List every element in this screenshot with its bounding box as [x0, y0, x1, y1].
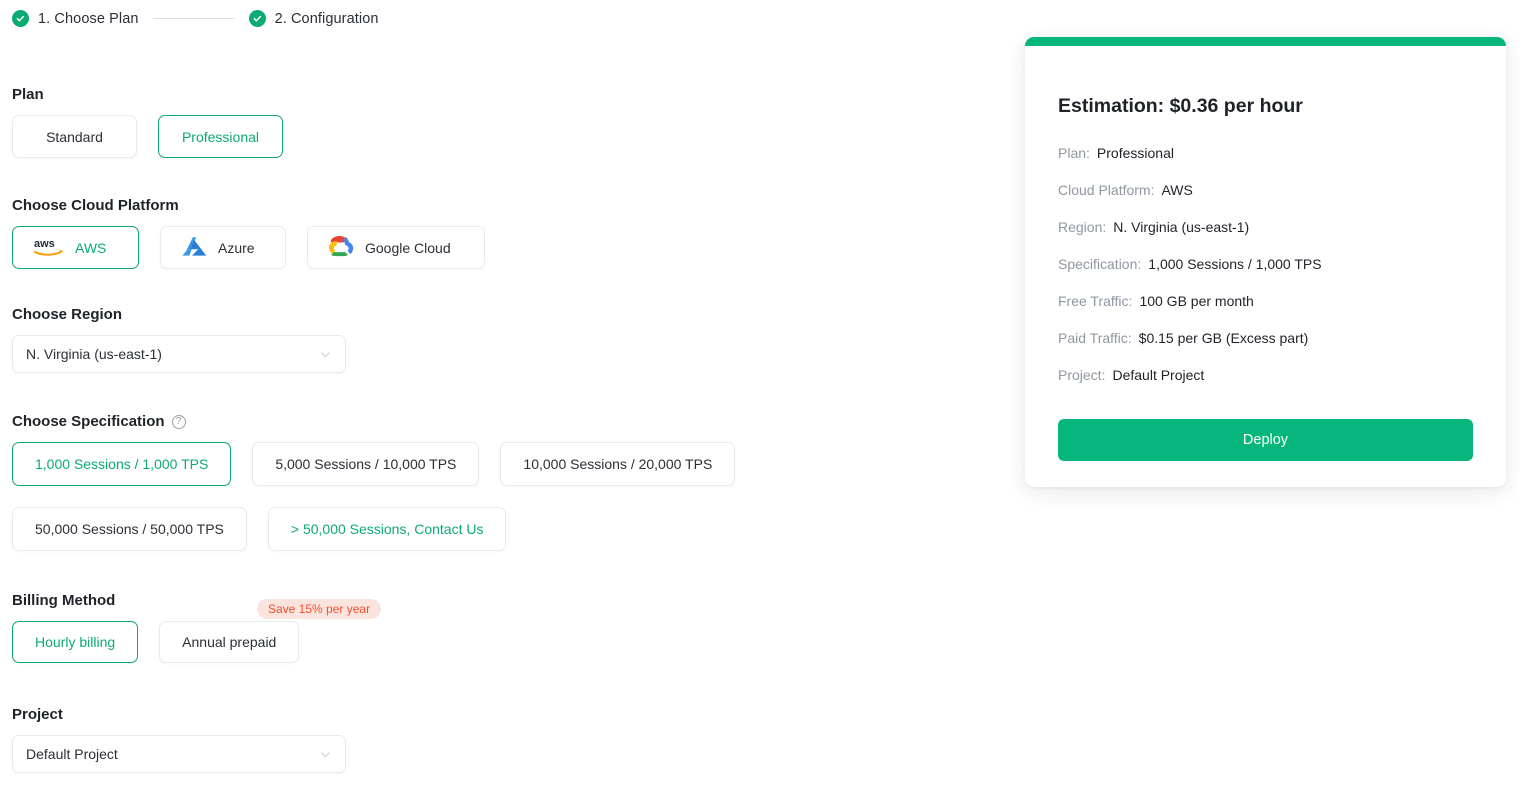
plan-option-label: Standard	[46, 128, 103, 145]
summary-row-label: Paid Traffic:	[1058, 330, 1132, 346]
card-body: Estimation: $0.36 per hour Plan: Profess…	[1025, 46, 1506, 461]
chevron-down-icon	[319, 748, 332, 761]
stepper: 1. Choose Plan 2. Configuration	[12, 10, 379, 27]
project-select[interactable]: Default Project	[12, 735, 346, 773]
billing-section-title: Billing Method	[12, 592, 116, 609]
region-select[interactable]: N. Virginia (us-east-1)	[12, 335, 346, 373]
project-section-title: Project	[12, 706, 63, 723]
summary-row: Paid Traffic: $0.15 per GB (Excess part)	[1058, 330, 1473, 346]
summary-row-label: Project:	[1058, 367, 1106, 383]
help-circle-icon[interactable]: ?	[171, 414, 186, 429]
summary-row-label: Cloud Platform:	[1058, 182, 1155, 198]
deployment-configuration-page: 1. Choose Plan 2. Configuration Plan Sta…	[0, 0, 1520, 794]
plan-option-standard[interactable]: Standard	[12, 115, 137, 158]
specification-option-label: 50,000 Sessions / 50,000 TPS	[35, 521, 224, 537]
cloud-platform-option-google-cloud[interactable]: Google Cloud	[307, 226, 485, 269]
cloud-platform-option-aws[interactable]: aws AWS	[12, 226, 139, 269]
billing-option-label: Hourly billing	[35, 634, 116, 650]
summary-row: Specification: 1,000 Sessions / 1,000 TP…	[1058, 256, 1473, 272]
cloud-platform-option-label: AWS	[75, 239, 107, 256]
save-badge: Save 15% per year	[257, 599, 382, 619]
cloud-platform-option-label: Azure	[218, 239, 255, 256]
specification-option-2[interactable]: 5,000 Sessions / 10,000 TPS	[252, 442, 480, 486]
specification-options: 1,000 Sessions / 1,000 TPS 5,000 Session…	[12, 442, 812, 551]
specification-option-contact-us[interactable]: > 50,000 Sessions, Contact Us	[267, 507, 507, 551]
plan-section-title: Plan	[12, 86, 44, 103]
summary-row: Region: N. Virginia (us-east-1)	[1058, 219, 1473, 235]
stepper-step-label: 1. Choose Plan	[38, 10, 139, 27]
deploy-button[interactable]: Deploy	[1058, 419, 1473, 461]
specification-section: Choose Specification ? 1,000 Sessions / …	[12, 413, 992, 551]
specification-option-4[interactable]: 50,000 Sessions / 50,000 TPS	[12, 507, 247, 551]
summary-row-value: 1,000 Sessions / 1,000 TPS	[1148, 256, 1322, 272]
billing-option-annual[interactable]: Annual prepaid	[159, 621, 300, 663]
region-section: Choose Region N. Virginia (us-east-1)	[12, 306, 992, 373]
summary-row-value: Professional	[1096, 145, 1174, 161]
billing-option-hourly[interactable]: Hourly billing	[12, 621, 139, 663]
estimation-title: Estimation: $0.36 per hour	[1058, 95, 1303, 117]
summary-row-value: $0.15 per GB (Excess part)	[1138, 330, 1309, 346]
specification-section-title: Choose Specification ?	[12, 413, 992, 430]
billing-section: Billing Method Hourly billing Annual pre…	[12, 592, 992, 663]
summary-row-label: Region:	[1058, 219, 1107, 235]
cloud-platform-option-label: Google Cloud	[365, 239, 451, 256]
plan-options: Standard Professional	[12, 115, 992, 158]
specification-option-label: 10,000 Sessions / 20,000 TPS	[523, 456, 713, 472]
summary-row-label: Plan:	[1058, 145, 1090, 161]
azure-logo-icon	[182, 236, 207, 260]
specification-option-3[interactable]: 10,000 Sessions / 20,000 TPS	[500, 442, 736, 486]
stepper-connector-line	[152, 18, 235, 19]
summary-row-value: AWS	[1161, 182, 1193, 198]
cloud-platform-option-azure[interactable]: Azure	[160, 226, 286, 269]
cloud-platform-options: aws AWS Azure Google Cloud	[12, 226, 992, 269]
specification-title-text: Choose Specification	[12, 413, 165, 430]
plan-option-professional[interactable]: Professional	[158, 115, 283, 158]
summary-row: Free Traffic: 100 GB per month	[1058, 293, 1473, 309]
specification-option-label: 5,000 Sessions / 10,000 TPS	[275, 456, 457, 472]
billing-options: Hourly billing Annual prepaid Save 15% p…	[12, 599, 992, 663]
stepper-step-configuration[interactable]: 2. Configuration	[248, 10, 379, 27]
cloud-platform-section-title: Choose Cloud Platform	[12, 197, 179, 214]
svg-text:aws: aws	[34, 238, 55, 250]
summary-row-value: N. Virginia (us-east-1)	[1113, 219, 1250, 235]
card-accent-bar	[1025, 37, 1506, 46]
stepper-step-choose-plan[interactable]: 1. Choose Plan	[12, 10, 139, 27]
specification-option-label: 1,000 Sessions / 1,000 TPS	[35, 456, 209, 472]
plan-section: Plan Standard Professional	[12, 86, 992, 158]
estimation-summary-card: Estimation: $0.36 per hour Plan: Profess…	[1025, 37, 1506, 487]
check-circle-icon	[12, 10, 29, 27]
chevron-down-icon	[319, 348, 332, 361]
project-select-value: Default Project	[26, 746, 118, 762]
summary-row-label: Free Traffic:	[1058, 293, 1133, 309]
region-section-title: Choose Region	[12, 306, 123, 323]
summary-row: Cloud Platform: AWS	[1058, 182, 1473, 198]
summary-row: Project: Default Project	[1058, 367, 1473, 383]
configuration-form: Plan Standard Professional Choose Cloud …	[12, 86, 992, 773]
stepper-step-label: 2. Configuration	[274, 10, 379, 27]
cloud-platform-section: Choose Cloud Platform aws AWS Azure Goog…	[12, 197, 992, 269]
google-cloud-logo-icon	[328, 235, 354, 260]
plan-option-label: Professional	[181, 128, 260, 145]
aws-logo-icon: aws	[34, 236, 64, 259]
specification-option-label: > 50,000 Sessions, Contact Us	[290, 521, 484, 537]
region-select-value: N. Virginia (us-east-1)	[26, 346, 162, 362]
summary-row: Plan: Professional	[1058, 145, 1473, 161]
check-circle-icon	[248, 10, 266, 27]
summary-row-value: 100 GB per month	[1139, 293, 1254, 309]
project-section: Project Default Project	[12, 706, 992, 773]
summary-row-label: Specification:	[1058, 256, 1142, 272]
specification-option-1[interactable]: 1,000 Sessions / 1,000 TPS	[12, 442, 232, 486]
billing-option-label: Annual prepaid	[182, 634, 277, 650]
summary-row-value: Default Project	[1112, 367, 1205, 383]
